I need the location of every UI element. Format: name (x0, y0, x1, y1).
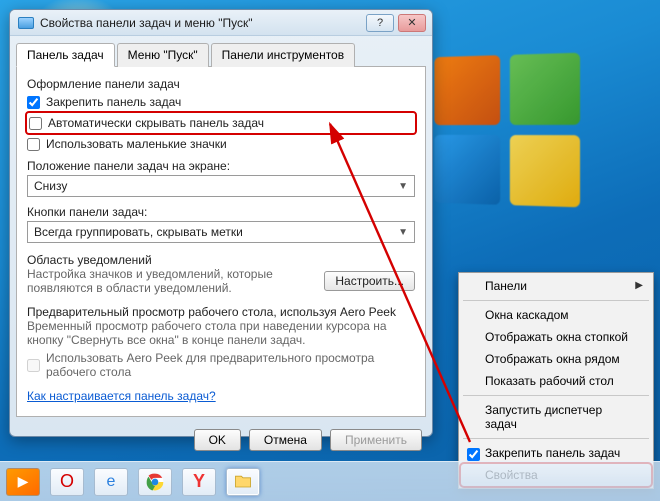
dialog-body: Оформление панели задач Закрепить панель… (16, 67, 426, 417)
window-icon (18, 17, 34, 29)
media-player-icon[interactable]: ▶ (6, 468, 40, 496)
lock-taskbar-input[interactable] (27, 96, 40, 109)
submenu-arrow-icon: ▶ (635, 280, 643, 291)
ctx-show-desktop[interactable]: Показать рабочий стол (461, 370, 651, 392)
peek-label: Использовать Aero Peek для предварительн… (46, 351, 415, 379)
taskbar-properties-dialog: Свойства панели задач и меню "Пуск" ? ✕ … (9, 9, 433, 437)
peek-checkbox[interactable]: Использовать Aero Peek для предварительн… (27, 351, 415, 379)
peek-desc: Временный просмотр рабочего стола при на… (27, 319, 415, 347)
separator (463, 395, 649, 396)
titlebar[interactable]: Свойства панели задач и меню "Пуск" ? ✕ (10, 10, 432, 36)
ctx-sidebyside[interactable]: Отображать окна рядом (461, 348, 651, 370)
customize-button[interactable]: Настроить... (324, 271, 415, 291)
tab-toolbars[interactable]: Панели инструментов (211, 43, 355, 67)
help-button[interactable]: ? (366, 14, 394, 32)
small-icons-checkbox[interactable]: Использовать маленькие значки (27, 137, 415, 151)
autohide-label: Автоматически скрывать панель задач (48, 116, 264, 130)
lock-taskbar-checkbox[interactable]: Закрепить панель задач (27, 95, 415, 109)
close-button[interactable]: ✕ (398, 14, 426, 32)
group-appearance-header: Оформление панели задач (27, 77, 415, 91)
autohide-highlight: Автоматически скрывать панель задач (25, 111, 417, 135)
autohide-checkbox[interactable]: Автоматически скрывать панель задач (29, 116, 413, 130)
separator (463, 300, 649, 301)
file-explorer-icon[interactable] (226, 468, 260, 496)
desktop: Свойства панели задач и меню "Пуск" ? ✕ … (0, 0, 660, 501)
notif-header: Область уведомлений (27, 253, 415, 267)
position-label: Положение панели задач на экране: (27, 159, 415, 173)
buttons-label: Кнопки панели задач: (27, 205, 415, 219)
window-title: Свойства панели задач и меню "Пуск" (40, 16, 366, 30)
yandex-browser-icon[interactable]: Y (182, 468, 216, 496)
cancel-button[interactable]: Отмена (249, 429, 322, 451)
internet-explorer-icon[interactable]: e (94, 468, 128, 496)
tab-taskbar[interactable]: Панель задач (16, 43, 115, 67)
chevron-down-icon: ▼ (398, 227, 408, 238)
apply-button[interactable]: Применить (330, 429, 422, 451)
ctx-panels[interactable]: Панели ▶ (461, 275, 651, 297)
ctx-lock-check-icon (467, 448, 480, 461)
ctx-label: Закрепить панель задач (485, 446, 620, 460)
buttons-value: Всегда группировать, скрывать метки (34, 225, 243, 239)
tab-strip: Панель задач Меню "Пуск" Панели инструме… (16, 42, 426, 67)
help-link[interactable]: Как настраивается панель задач? (27, 389, 216, 403)
peek-header: Предварительный просмотр рабочего стола,… (27, 305, 415, 319)
notif-desc: Настройка значков и уведомлений, которые… (27, 267, 297, 295)
peek-input[interactable] (27, 359, 40, 372)
ctx-cascade[interactable]: Окна каскадом (461, 304, 651, 326)
small-icons-label: Использовать маленькие значки (46, 137, 227, 151)
dialog-buttons: OK Отмена Применить (10, 423, 432, 459)
ctx-task-manager[interactable]: Запустить диспетчер задач (461, 399, 651, 435)
tab-start-menu[interactable]: Меню "Пуск" (117, 43, 209, 67)
opera-icon[interactable]: O (50, 468, 84, 496)
windows-logo (434, 53, 580, 208)
ok-button[interactable]: OK (194, 429, 241, 451)
small-icons-input[interactable] (27, 138, 40, 151)
ctx-label: Панели (485, 279, 527, 293)
autohide-input[interactable] (29, 117, 42, 130)
chrome-icon[interactable] (138, 468, 172, 496)
chevron-down-icon: ▼ (398, 181, 408, 192)
position-select[interactable]: Снизу ▼ (27, 175, 415, 197)
lock-taskbar-label: Закрепить панель задач (46, 95, 181, 109)
ctx-stack[interactable]: Отображать окна стопкой (461, 326, 651, 348)
taskbar-context-menu: Панели ▶ Окна каскадом Отображать окна с… (458, 272, 654, 489)
position-value: Снизу (34, 179, 67, 193)
taskbar[interactable]: ▶ O e Y (0, 461, 660, 501)
buttons-select[interactable]: Всегда группировать, скрывать метки ▼ (27, 221, 415, 243)
separator (463, 438, 649, 439)
